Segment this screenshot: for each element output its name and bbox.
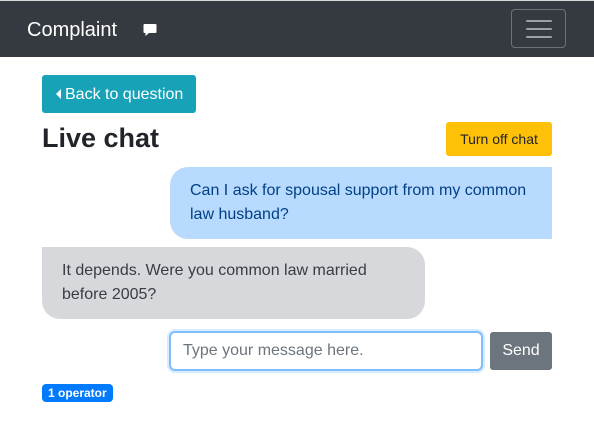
navbar-brand[interactable]: Complaint bbox=[27, 18, 117, 42]
turn-off-chat-button[interactable]: Turn off chat bbox=[446, 122, 552, 156]
operator-message-text: It depends. Were you common law married … bbox=[62, 262, 367, 303]
navbar-toggler-button[interactable] bbox=[511, 9, 566, 48]
navbar: Complaint bbox=[0, 0, 594, 57]
caret-left-icon bbox=[56, 89, 61, 99]
message-input[interactable] bbox=[169, 331, 483, 371]
back-to-question-button[interactable]: Back to question bbox=[42, 75, 196, 113]
user-message-text: Can I ask for spousal support from my co… bbox=[190, 182, 527, 223]
back-button-label: Back to question bbox=[65, 86, 184, 103]
send-button[interactable]: Send bbox=[490, 332, 552, 370]
operator-message-bubble: It depends. Were you common law married … bbox=[42, 247, 425, 319]
page-title: Live chat bbox=[42, 123, 160, 153]
user-message-bubble: Can I ask for spousal support from my co… bbox=[170, 167, 552, 239]
operator-count-badge: 1 operator bbox=[42, 384, 113, 402]
comment-icon bbox=[143, 24, 157, 36]
